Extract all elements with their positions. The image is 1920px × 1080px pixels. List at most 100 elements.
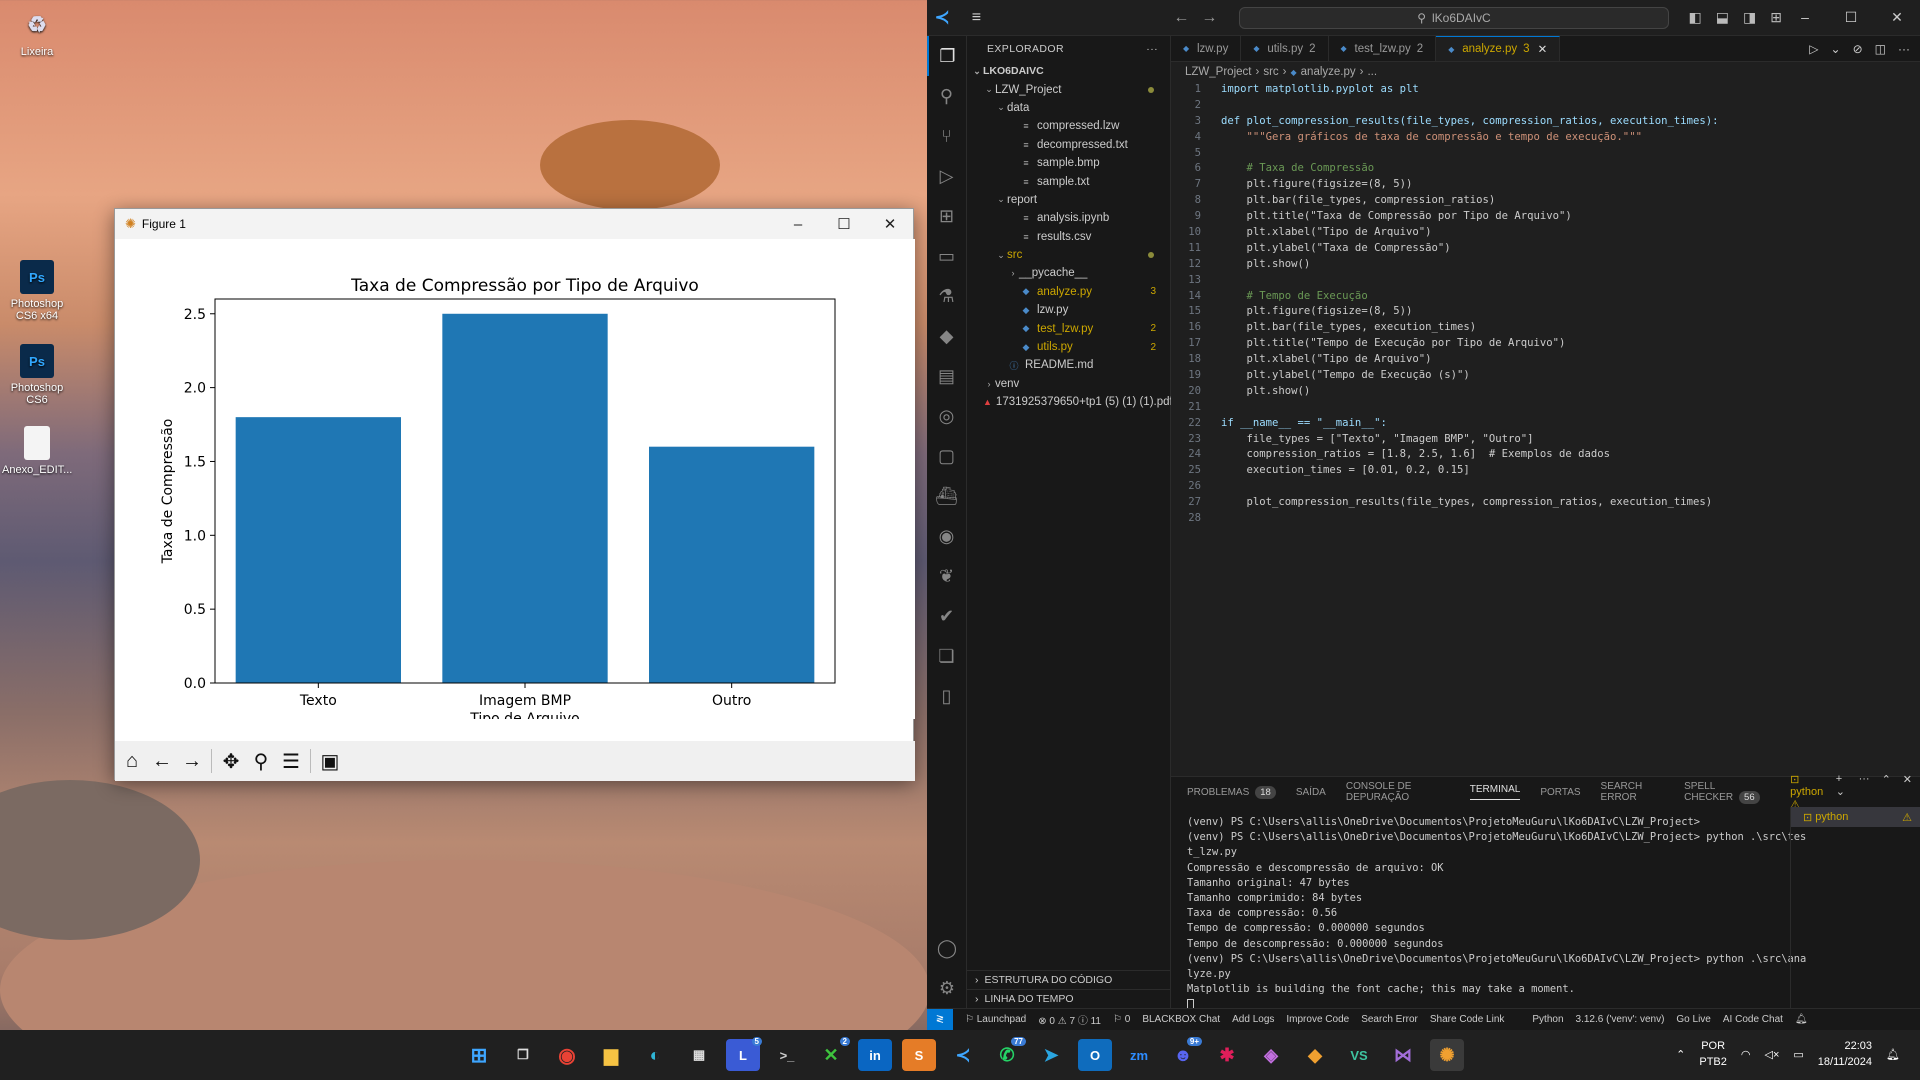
- ports-item[interactable]: ⚐ 0: [1113, 1014, 1130, 1025]
- menu-icon[interactable]: ≡: [957, 9, 995, 27]
- tab-spell-checker[interactable]: SPELL CHECKER 56: [1684, 781, 1770, 804]
- tree-item[interactable]: ≡ sample.txt: [967, 172, 1170, 190]
- windows-start-icon[interactable]: ⊞: [462, 1039, 496, 1071]
- search-error-item[interactable]: Search Error: [1361, 1014, 1418, 1025]
- toggle-panel-icon[interactable]: ⬓: [1716, 9, 1729, 26]
- save-icon[interactable]: ▣: [317, 748, 343, 774]
- pan-icon[interactable]: ✥: [218, 748, 244, 774]
- notifications-bell-icon[interactable]: 🔔︎: [1795, 1014, 1808, 1025]
- command-center-search[interactable]: ⚲ lKo6DAIvC: [1239, 6, 1669, 29]
- tree-item[interactable]: ⌄ src: [967, 246, 1170, 264]
- blackbox-chat-item[interactable]: BLACKBOX Chat: [1142, 1014, 1220, 1025]
- tree-item[interactable]: ⌄ data: [967, 99, 1170, 117]
- more-actions-icon[interactable]: ···: [1146, 43, 1158, 55]
- forward-icon[interactable]: →: [1201, 9, 1217, 27]
- run-debug-icon[interactable]: ▷: [927, 156, 966, 196]
- tab-utils[interactable]: utils.py 2: [1241, 36, 1329, 61]
- device-icon[interactable]: ▯: [927, 676, 966, 716]
- tree-item[interactable]: ⌄ LZW_Project: [967, 80, 1170, 98]
- tree-item[interactable]: ≡ decompressed.txt: [967, 136, 1170, 154]
- add-logs-item[interactable]: Add Logs: [1232, 1014, 1274, 1025]
- testing-icon[interactable]: ⚗: [927, 276, 966, 316]
- desktop-icon-anexo[interactable]: Anexo_EDIT...: [2, 426, 72, 476]
- tree-item[interactable]: ≡ results.csv: [967, 228, 1170, 246]
- breadcrumb-item[interactable]: analyze.py: [1301, 66, 1356, 78]
- python-interpreter-item[interactable]: 3.12.6 ('venv': venv): [1576, 1014, 1665, 1025]
- back-icon[interactable]: ←: [149, 748, 175, 774]
- slack-icon[interactable]: ✱: [1210, 1039, 1244, 1071]
- launchpad-item[interactable]: ⚐ Launchpad: [965, 1014, 1026, 1025]
- share-code-link-item[interactable]: Share Code Link: [1430, 1014, 1505, 1025]
- maximize-panel-icon[interactable]: ⌃: [1882, 773, 1891, 811]
- battery-icon[interactable]: ▭: [1793, 1048, 1803, 1061]
- zoom-icon[interactable]: zm: [1122, 1039, 1156, 1071]
- terminal-icon[interactable]: >_: [770, 1039, 804, 1071]
- wifi-icon[interactable]: ◠: [1741, 1048, 1751, 1061]
- tree-item[interactable]: ◆ analyze.py 3: [967, 283, 1170, 301]
- folder-icon[interactable]: ▤: [927, 356, 966, 396]
- run-icon[interactable]: ▷: [1809, 42, 1818, 56]
- git-graph-icon[interactable]: ◎: [927, 396, 966, 436]
- problems-item[interactable]: ⊗ 0 ⚠ 7 ⓘ 11: [1038, 1012, 1101, 1027]
- terminal-list-item[interactable]: ⊡ python ⚠: [1791, 807, 1920, 827]
- figure-titlebar[interactable]: ✺ Figure 1 – ☐ ✕: [115, 209, 913, 239]
- home-icon[interactable]: ⌂: [119, 748, 145, 774]
- tree-item[interactable]: ◆ lzw.py: [967, 301, 1170, 319]
- close-panel-icon[interactable]: ✕: [1903, 773, 1912, 811]
- forward-icon[interactable]: →: [179, 748, 205, 774]
- go-live-item[interactable]: Go Live: [1676, 1014, 1710, 1025]
- notification-icon[interactable]: 🔔︎: [1886, 1048, 1900, 1061]
- new-terminal-icon[interactable]: + ⌄: [1836, 773, 1847, 811]
- tab-problems[interactable]: PROBLEMAS 18: [1187, 785, 1276, 799]
- xbox-icon[interactable]: ✕ 2: [814, 1037, 850, 1071]
- desktop-icon-photoshop[interactable]: Ps Photoshop CS6: [2, 344, 72, 406]
- tree-item[interactable]: ≡ compressed.lzw: [967, 117, 1170, 135]
- telegram-icon[interactable]: ➤: [1034, 1039, 1068, 1071]
- zoom-icon[interactable]: ⚲: [248, 748, 274, 774]
- chevron-up-icon[interactable]: ⌃: [1676, 1048, 1685, 1061]
- tree-item[interactable]: ⌄ report: [967, 191, 1170, 209]
- settings-gear-icon[interactable]: ⚙: [927, 968, 967, 1008]
- vscode-icon[interactable]: ≺: [946, 1039, 980, 1071]
- minimize-button[interactable]: –: [775, 209, 821, 239]
- close-button[interactable]: ✕: [1874, 9, 1920, 26]
- toggle-secondary-sidebar-icon[interactable]: ◨: [1743, 9, 1756, 26]
- edge-icon[interactable]: ◐: [638, 1039, 672, 1071]
- explorer-icon[interactable]: ❐: [927, 36, 966, 76]
- check-icon[interactable]: ✔: [927, 596, 966, 636]
- search-icon[interactable]: ⚲: [927, 76, 966, 116]
- whatsapp-icon[interactable]: ✆ 77: [990, 1037, 1026, 1071]
- timeline-section[interactable]: › LINHA DO TEMPO: [967, 989, 1170, 1008]
- account-icon[interactable]: ◯: [927, 928, 967, 968]
- launcher-icon[interactable]: L5: [726, 1037, 762, 1071]
- extensions-icon[interactable]: ⊞: [927, 196, 966, 236]
- clock[interactable]: 22:03 18/11/2024: [1818, 1038, 1872, 1070]
- toggle-icon[interactable]: ⊘: [1853, 42, 1863, 56]
- source-control-icon[interactable]: ⑂: [927, 116, 966, 156]
- tree-item[interactable]: ⓘ README.md: [967, 356, 1170, 374]
- tree-item[interactable]: ◆ test_lzw.py 2: [967, 319, 1170, 337]
- more-actions-icon[interactable]: ···: [1859, 773, 1870, 811]
- breadcrumb-item[interactable]: LZW_Project: [1185, 66, 1251, 78]
- tab-test-lzw[interactable]: test_lzw.py 2: [1329, 36, 1437, 61]
- desktop-icon-recycle-bin[interactable]: ♻ Lixeira: [2, 8, 72, 58]
- toggle-sidebar-icon[interactable]: ◧: [1689, 9, 1702, 26]
- ai-code-chat-item[interactable]: AI Code Chat: [1723, 1014, 1783, 1025]
- task-view-icon[interactable]: ❐: [506, 1039, 540, 1071]
- customize-layout-icon[interactable]: ⊞: [1770, 9, 1782, 26]
- tab-lzw[interactable]: lzw.py: [1171, 36, 1242, 61]
- keyboard-language[interactable]: POR PTB2: [1699, 1038, 1727, 1070]
- copilot-icon[interactable]: ◈: [1254, 1039, 1288, 1071]
- remote-explorer-icon[interactable]: ▭: [927, 236, 966, 276]
- more-actions-icon[interactable]: ···: [1898, 42, 1910, 56]
- visual-studio-code-insiders-icon[interactable]: VS: [1342, 1039, 1376, 1071]
- terminal-output[interactable]: (venv) PS C:\Users\allis\OneDrive\Docume…: [1187, 815, 1806, 1013]
- tree-item[interactable]: › __pycache__: [967, 264, 1170, 282]
- tree-item[interactable]: ≡ sample.bmp: [967, 154, 1170, 172]
- file-explorer-icon[interactable]: ▆: [594, 1039, 628, 1071]
- tab-analyze[interactable]: analyze.py 3 ✕: [1436, 36, 1561, 61]
- discord-icon[interactable]: ☻ 9+: [1166, 1037, 1202, 1071]
- configure-icon[interactable]: ☰: [278, 748, 304, 774]
- linkedin-icon[interactable]: in: [858, 1039, 892, 1071]
- tree-item[interactable]: ▲ 1731925379650+tp1 (5) (1) (1).pdf: [967, 393, 1173, 411]
